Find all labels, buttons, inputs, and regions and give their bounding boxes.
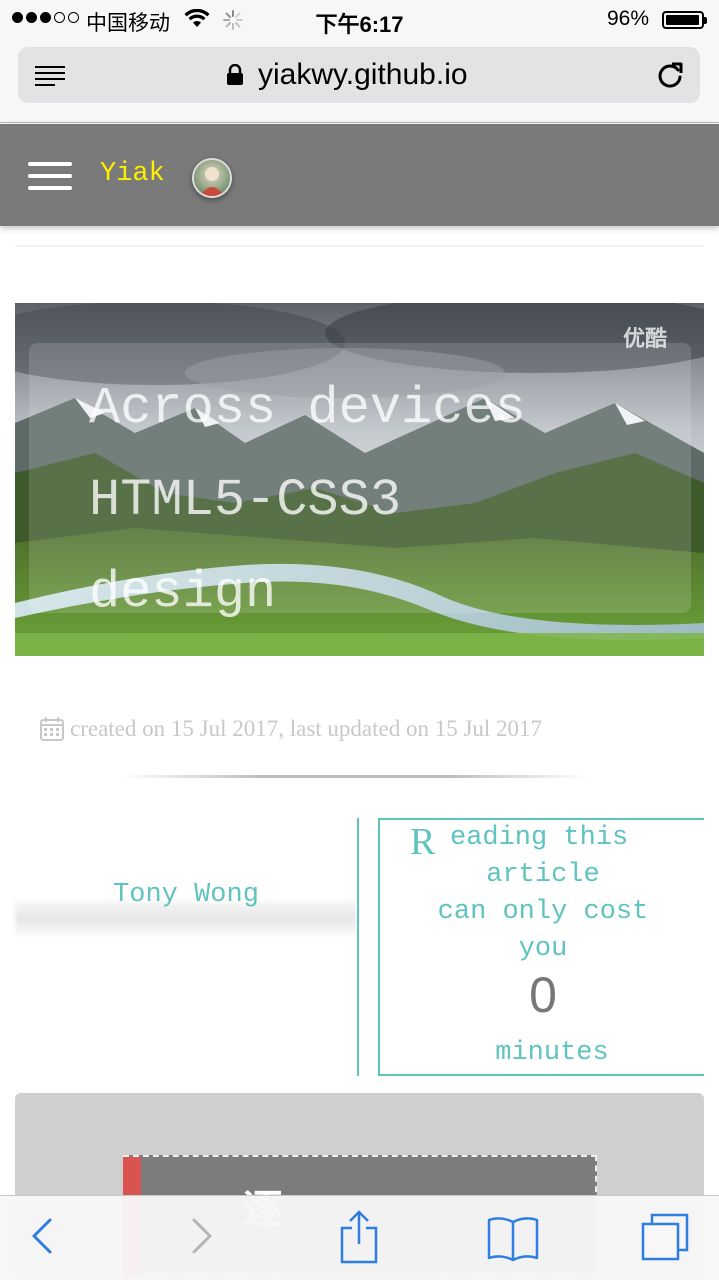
hero-title: Across devices HTML5-CSS3 design (89, 363, 649, 639)
back-icon[interactable] (28, 1212, 56, 1260)
bookmarks-icon[interactable] (486, 1214, 540, 1262)
author-name[interactable]: Tony Wong (15, 880, 357, 910)
battery-percent: 96% (607, 7, 650, 30)
reading-time-text: eading this article can only cost you (380, 820, 706, 968)
hero-banner: Across devices HTML5-CSS3 design 优酷 (15, 303, 704, 656)
top-divider (15, 245, 704, 247)
video-watermark: 优酷 (623, 326, 668, 351)
forward-icon[interactable] (188, 1212, 216, 1260)
reading-line: you (518, 934, 568, 964)
hero-title-line: HTML5-CSS3 (89, 471, 402, 530)
meta-divider (120, 775, 590, 778)
hero-title-line: design (89, 563, 277, 622)
avatar[interactable] (192, 158, 232, 198)
site-header: Yiak (0, 124, 719, 226)
address-bar[interactable]: yiakwy.github.io (18, 47, 700, 103)
vertical-divider (357, 818, 359, 1076)
reload-icon[interactable] (656, 60, 684, 90)
reading-line: eading this (450, 823, 629, 853)
share-icon[interactable] (338, 1208, 380, 1264)
reading-line: can only cost (437, 897, 649, 927)
reading-minutes-value: 0 (529, 967, 557, 1023)
reading-line: article (486, 860, 600, 890)
status-bar: 中国移动 下午6:17 96% (0, 0, 719, 40)
browser-toolbar (0, 1195, 719, 1280)
tabs-icon[interactable] (640, 1212, 690, 1262)
calendar-icon (40, 717, 64, 741)
post-dates: created on 15 Jul 2017, last updated on … (70, 716, 543, 741)
reader-view-icon[interactable] (35, 65, 65, 87)
lock-icon (227, 64, 243, 85)
post-meta: created on 15 Jul 2017, last updated on … (40, 716, 542, 742)
reading-minutes-unit: minutes (495, 1038, 609, 1068)
battery-icon (662, 11, 707, 29)
browser-address-area: yiakwy.github.io (0, 40, 719, 123)
hero-title-line: Across devices (89, 379, 526, 438)
url-text[interactable]: yiakwy.github.io (258, 58, 468, 92)
menu-icon[interactable] (28, 162, 72, 190)
reading-time-box: R eading this article can only cost you … (378, 818, 704, 1076)
site-brand[interactable]: Yiak (100, 159, 165, 189)
